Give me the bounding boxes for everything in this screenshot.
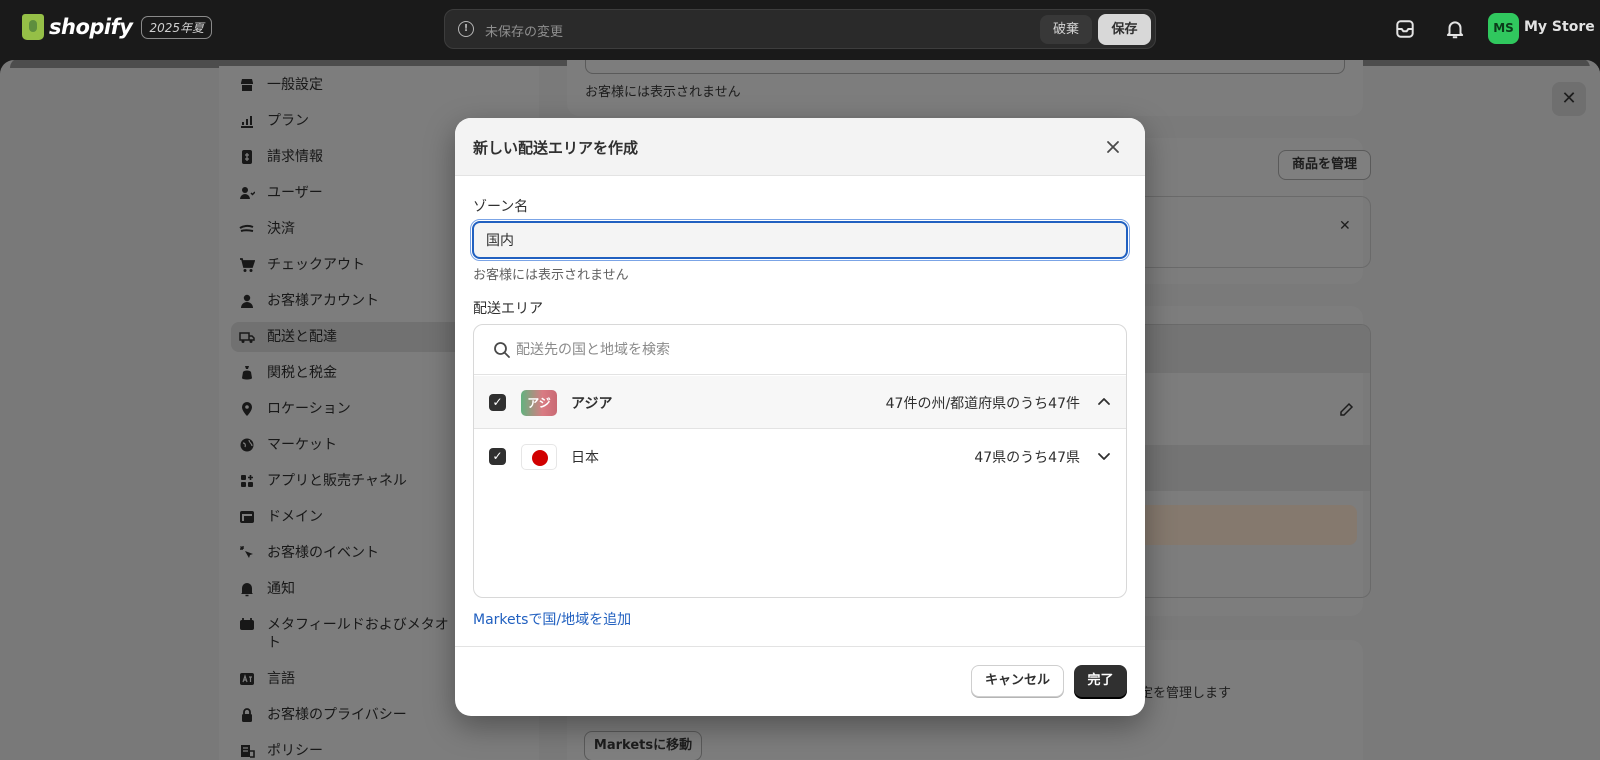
plan-icon xyxy=(241,116,253,128)
season-badge: 2025年夏 xyxy=(141,15,212,39)
sidebar-item-label: 配送と配達 xyxy=(267,329,337,345)
sidebar-item-label: 通知 xyxy=(267,581,295,597)
remove-icon[interactable]: ✕ xyxy=(1339,218,1351,234)
products-list-bg xyxy=(1127,196,1371,268)
zones-table-header xyxy=(1127,325,1370,373)
person-icon xyxy=(241,294,253,308)
warning-icon: ! xyxy=(458,21,474,37)
sidebar-item-label: プラン xyxy=(267,113,309,129)
events-icon xyxy=(240,546,253,558)
modal-footer: キャンセル 完了 xyxy=(455,646,1145,716)
shipping-area-label: 配送エリア xyxy=(473,301,543,317)
region-search-row xyxy=(474,325,1126,375)
language-icon xyxy=(240,673,254,685)
done-button[interactable]: 完了 xyxy=(1074,665,1127,697)
payments-icon xyxy=(239,224,254,232)
billing-icon xyxy=(242,150,252,164)
zone-name-field-bg xyxy=(585,60,1345,74)
bell-icon xyxy=(241,583,253,597)
region-search-input[interactable] xyxy=(516,337,1106,363)
unsaved-changes-text: 未保存の変更 xyxy=(485,25,564,40)
inbox-icon[interactable] xyxy=(1394,18,1416,40)
sidebar-item-label: お客様アカウント xyxy=(267,293,379,309)
sidebar-item-label: マーケット xyxy=(267,437,337,453)
sidebar-item-label: お客様のイベント xyxy=(267,545,379,561)
sidebar-item-label-line: ト xyxy=(267,635,281,651)
sidebar-item-label: 関税と税金 xyxy=(267,365,337,381)
region-group-row[interactable]: ✓ アジ アジア 47件の州/都道府県のうち47件 xyxy=(474,376,1126,429)
chevron-down-icon[interactable] xyxy=(1096,448,1112,464)
move-to-markets-button[interactable]: Marketsに移動 xyxy=(584,731,702,760)
money-bag-icon xyxy=(242,366,252,380)
users-icon xyxy=(240,187,255,199)
cancel-button[interactable]: キャンセル xyxy=(971,665,1064,697)
create-shipping-zone-modal: 新しい配送エリアを作成 ゾーン名 お客様には表示されません 配送エリア ✓ アジ… xyxy=(455,118,1145,716)
sidebar-item-label: お客様のプライバシー xyxy=(267,707,407,723)
apps-icon xyxy=(241,475,253,487)
zone-name-input[interactable] xyxy=(470,219,1130,261)
zone-name-card: お客様には表示されません xyxy=(567,60,1363,116)
warning-banner-bg xyxy=(1127,505,1357,545)
country-count: 47県のうち47県 xyxy=(974,450,1080,466)
sidebar-item-label: ドメイン xyxy=(267,509,323,525)
zone-name-label: ゾーン名 xyxy=(473,199,529,215)
cart-icon xyxy=(240,258,255,272)
bell-icon[interactable] xyxy=(1444,18,1466,40)
manage-products-button[interactable]: 商品を管理 xyxy=(1278,150,1371,180)
country-row[interactable]: ✓ 日本 47県のうち47県 xyxy=(474,430,1126,483)
shopify-logo-icon xyxy=(22,14,44,40)
search-icon xyxy=(494,342,510,358)
japan-flag-icon xyxy=(521,444,557,470)
lock-icon xyxy=(242,708,252,722)
sidebar-item-label: 言語 xyxy=(267,671,295,687)
shopify-logo[interactable]: shopify 2025年夏 xyxy=(22,14,212,40)
avatar[interactable]: MS xyxy=(1488,13,1519,44)
sidebar-item-label-line: メタフィールドおよびメタオ xyxy=(267,617,449,633)
sidebar-item-label: チェックアウト xyxy=(267,257,365,273)
zones-table-row xyxy=(1127,445,1370,491)
modal-title: 新しい配送エリアを作成 xyxy=(473,139,639,157)
discard-button[interactable]: 破棄 xyxy=(1040,15,1092,44)
sidebar-item-label: アプリと販売チャネル xyxy=(267,473,407,489)
shipping-area-list: ✓ アジ アジア 47件の州/都道府県のうち47件 ✓ 日本 47県のうち47県 xyxy=(473,324,1127,598)
edit-pencil-icon[interactable] xyxy=(1338,402,1354,418)
globe-icon xyxy=(240,438,254,452)
brand-name: shopify xyxy=(49,15,133,39)
sidebar-item-general[interactable]: 一般設定 xyxy=(219,70,539,100)
chevron-up-icon[interactable] xyxy=(1096,394,1112,410)
japan-checkbox[interactable]: ✓ xyxy=(489,448,506,465)
zone-name-help-text: お客様には表示されません xyxy=(473,268,629,283)
top-bar: shopify 2025年夏 ! 未保存の変更 破棄 保存 MS My Stor… xyxy=(0,0,1600,58)
country-name: 日本 xyxy=(571,450,599,466)
asia-checkbox[interactable]: ✓ xyxy=(489,394,506,411)
close-icon[interactable] xyxy=(1104,138,1122,156)
location-pin-icon xyxy=(242,402,252,416)
sidebar-item-policies[interactable]: ポリシー xyxy=(219,736,539,760)
save-button[interactable]: 保存 xyxy=(1098,14,1151,45)
store-name[interactable]: My Store xyxy=(1524,19,1595,35)
close-page-button[interactable]: ✕ xyxy=(1552,82,1586,116)
asia-region-badge: アジ xyxy=(521,390,557,416)
region-count: 47件の州/都道府県のうち47件 xyxy=(885,396,1080,412)
sidebar-item-label: メタフィールドおよびメタオト xyxy=(267,616,449,652)
zones-table-bg xyxy=(1127,324,1371,598)
sidebar-item-label: 請求情報 xyxy=(267,149,323,165)
sidebar-item-label: ポリシー xyxy=(267,743,323,759)
sidebar-item-label: ユーザー xyxy=(267,185,323,201)
domain-icon xyxy=(240,511,254,523)
add-region-in-markets-link[interactable]: Marketsで国/地域を追加 xyxy=(473,609,631,629)
region-name: アジア xyxy=(571,396,613,412)
unsaved-changes-bar: ! 未保存の変更 破棄 保存 xyxy=(444,9,1156,49)
policy-icon xyxy=(241,745,255,758)
modal-header: 新しい配送エリアを作成 xyxy=(455,118,1145,176)
store-icon xyxy=(241,79,253,91)
card-help-text: お客様には表示されません xyxy=(585,85,741,100)
metafields-icon xyxy=(240,618,254,630)
sidebar-item-label: 一般設定 xyxy=(267,77,323,93)
truck-icon xyxy=(239,332,255,343)
sidebar-item-label: ロケーション xyxy=(267,401,351,417)
sidebar-item-label: 決済 xyxy=(267,221,295,237)
